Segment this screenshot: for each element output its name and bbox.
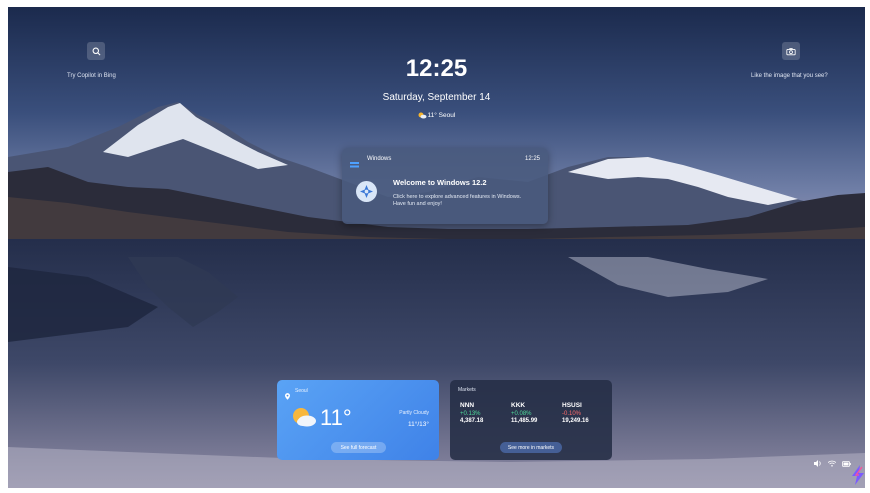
partly-cloudy-icon: [418, 112, 427, 119]
weather-condition: Partly Cloudy: [399, 410, 429, 416]
weather-widget[interactable]: Seoul 11° Partly Cloudy 11°/13° See full…: [277, 380, 439, 460]
market-item-hsusi[interactable]: HSUSI -0.10% 19,249.16: [562, 402, 607, 424]
speaker-icon[interactable]: [814, 460, 822, 467]
location-pin-icon: [285, 387, 290, 405]
notification-time: 12:25: [524, 156, 540, 162]
market-change: +0.08%: [511, 411, 532, 417]
lock-date: Saturday, September 14: [382, 92, 491, 103]
markets-title: Markets: [458, 387, 476, 393]
market-item-nnn[interactable]: NNN +0.13% 4,387.18: [460, 402, 505, 424]
weather-location: Seoul: [295, 388, 308, 394]
market-value: 11,485.99: [511, 418, 538, 424]
notification-app-name: Windows: [367, 156, 392, 162]
windows-app-icon: [350, 156, 359, 168]
system-tray: [814, 460, 851, 467]
weather-range: 11°/13°: [408, 421, 429, 428]
market-change: -0.10%: [562, 411, 582, 417]
see-full-forecast-button[interactable]: See full forecast: [331, 442, 386, 453]
notification-body: Click here to explore advanced features …: [393, 194, 522, 207]
market-item-kkk[interactable]: KKK +0.08% 11,485.99: [511, 402, 556, 424]
lock-screen: Try Copilot in Bing Like the image that …: [8, 7, 865, 488]
lock-clock: 12:25: [405, 55, 468, 82]
partly-cloudy-icon: [291, 407, 317, 432]
market-change: +0.13%: [460, 411, 481, 417]
market-symbol: NNN: [460, 402, 475, 409]
welcome-notification[interactable]: Windows 12:25 Welcome to Windows 12.2 Cl…: [342, 148, 548, 224]
market-symbol: KKK: [511, 402, 526, 409]
lock-weather[interactable]: 11° Seoul: [8, 112, 865, 119]
lock-weather-text: 11° Seoul: [427, 112, 456, 119]
market-value: 4,387.18: [460, 418, 484, 424]
market-value: 19,249.16: [562, 418, 589, 424]
weather-temperature: 11°: [320, 405, 352, 430]
windows-logo-icon: [356, 181, 377, 202]
notification-title: Welcome to Windows 12.2: [393, 178, 487, 187]
market-symbol: HSUSI: [562, 402, 582, 409]
see-more-markets-button[interactable]: See more in markets: [500, 442, 562, 453]
brand-logo-icon: [852, 465, 864, 485]
wifi-icon[interactable]: [828, 460, 836, 467]
markets-widget[interactable]: Markets NNN +0.13% 4,387.18 KKK +0.08% 1…: [450, 380, 612, 460]
